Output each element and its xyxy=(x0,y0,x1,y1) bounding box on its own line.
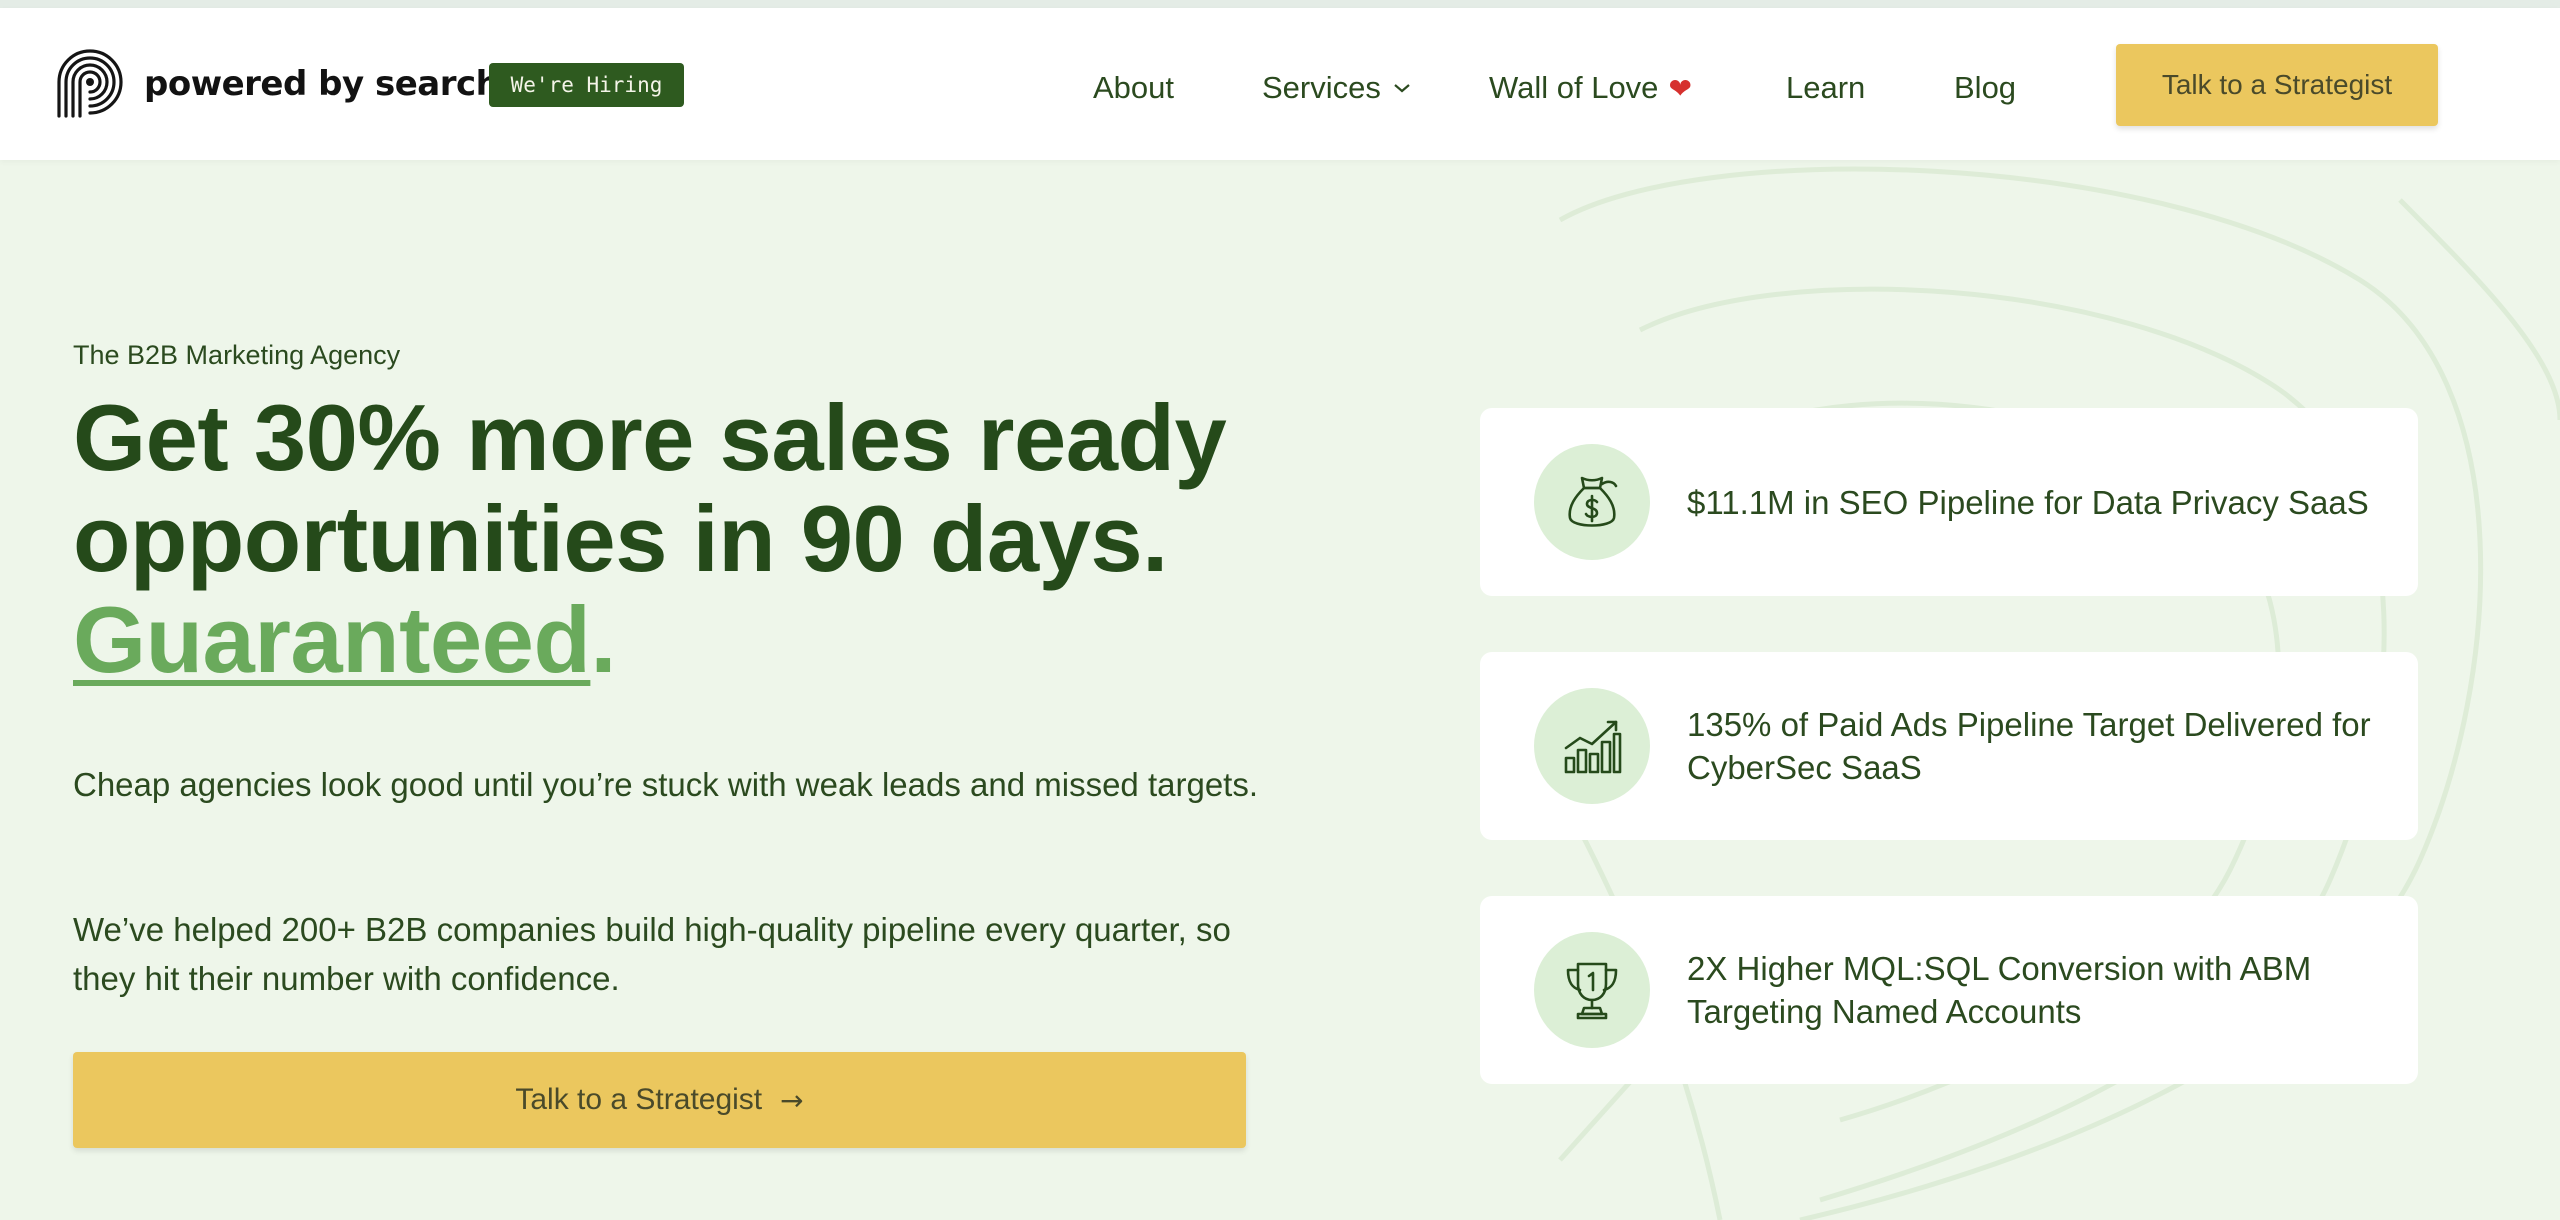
brand-logo[interactable]: powered by search xyxy=(54,48,500,120)
nav-blog[interactable]: Blog xyxy=(1954,70,2016,106)
hero-paragraph-1: Cheap agencies look good until you’re st… xyxy=(73,766,1259,803)
card-icon-circle xyxy=(1534,932,1650,1048)
headline-guaranteed: Guaranteed xyxy=(73,587,591,692)
chevron-down-icon xyxy=(1394,84,1410,93)
site-header: powered by search We're Hiring About Ser… xyxy=(0,8,2560,160)
hero-cta-label: Talk to a Strategist xyxy=(515,1083,763,1116)
nav-blog-label: Blog xyxy=(1954,70,2017,105)
nav-services[interactable]: Services xyxy=(1262,70,1411,106)
arrow-right-icon: → xyxy=(780,1083,804,1117)
top-border xyxy=(0,0,2560,8)
headline-line-1: Get 30% more sales ready xyxy=(73,385,1227,490)
hero-section: The B2B Marketing Agency Get 30% more sa… xyxy=(73,340,1273,1148)
nav-about-label: About xyxy=(1093,70,1175,105)
nav-wall-of-love[interactable]: Wall of Love ❤ xyxy=(1489,70,1692,106)
powered-by-search-logo-icon xyxy=(57,49,123,118)
bar-chart-growth-icon xyxy=(1564,720,1622,774)
header-cta-button[interactable]: Talk to a Strategist xyxy=(2116,44,2438,126)
card-text: 135% of Paid Ads Pipeline Target Deliver… xyxy=(1687,706,2371,786)
headline-period: . xyxy=(590,587,616,692)
result-card-abm: 2X Higher MQL:SQL Conversion with ABM Ta… xyxy=(1480,896,2418,1084)
card-text: 2X Higher MQL:SQL Conversion with ABM Ta… xyxy=(1687,950,2312,1030)
nav-wall-of-love-label: Wall of Love xyxy=(1489,70,1659,105)
card-text: $11.1M in SEO Pipeline for Data Privacy … xyxy=(1687,483,2369,521)
result-card-seo: $11.1M in SEO Pipeline for Data Privacy … xyxy=(1480,408,2418,596)
hero-paragraph-2: We’ve helped 200+ B2B companies build hi… xyxy=(73,911,1231,997)
hero-eyebrow: The B2B Marketing Agency xyxy=(73,340,401,370)
card-icon-circle xyxy=(1534,688,1650,804)
card-icon-circle xyxy=(1534,444,1650,560)
nav-about[interactable]: About xyxy=(1093,70,1174,106)
nav-learn[interactable]: Learn xyxy=(1786,70,1865,106)
heart-icon: ❤ xyxy=(1668,71,1692,105)
nav-services-label: Services xyxy=(1262,70,1381,105)
hero-cta-button[interactable]: Talk to a Strategist → xyxy=(73,1052,1246,1148)
hiring-badge[interactable]: We're Hiring xyxy=(489,63,684,107)
money-bag-icon xyxy=(1568,476,1618,527)
hero-headline: Get 30% more sales ready opportunities i… xyxy=(73,387,1273,690)
result-card-paid-ads: 135% of Paid Ads Pipeline Target Deliver… xyxy=(1480,652,2418,840)
trophy-icon xyxy=(1566,962,1618,1020)
brand-name: powered by search xyxy=(144,64,500,104)
headline-line-2: opportunities in 90 days. xyxy=(73,486,1168,591)
nav-learn-label: Learn xyxy=(1786,70,1866,105)
